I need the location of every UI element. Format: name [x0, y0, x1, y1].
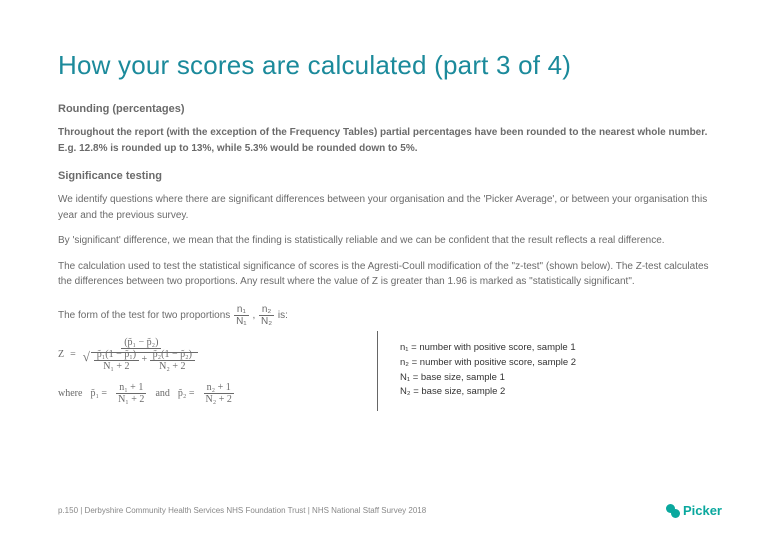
ratio-1: n₁ N₁ [233, 304, 250, 327]
p2-def: n₂ + 1 N₂ + 2 [203, 382, 235, 405]
den2b: N₂ + 2 [156, 361, 188, 372]
den2a: p̃₂(1 − p̃₂) [150, 349, 195, 361]
p1-sym: p̃₁ = [90, 388, 107, 399]
z-var: Z [58, 349, 64, 360]
and-label: and [155, 388, 169, 399]
para-sig-2: By 'significant' difference, we mean tha… [58, 233, 722, 249]
legend-n1: n₁ = number with positive score, sample … [400, 341, 576, 356]
ratio-2-den: N₂ [258, 316, 275, 327]
z-denominator: p̃₁(1 − p̃₁) N₁ + 2 + p̃₂(1 − p̃₂) N₂ + … [82, 349, 201, 372]
p2-def-num: n₂ + 1 [204, 382, 234, 394]
den1b: N₁ + 2 [100, 361, 132, 372]
p2-def-den: N₂ + 2 [203, 394, 235, 405]
para-rounding-body: Throughout the report (with the exceptio… [58, 125, 722, 156]
den-frac-2: p̃₂(1 − p̃₂) N₂ + 2 [150, 349, 195, 372]
ratio-2-num: n₂ [259, 304, 274, 316]
sqrt-expr: p̃₁(1 − p̃₁) N₁ + 2 + p̃₂(1 − p̃₂) N₂ + … [91, 352, 198, 365]
p2-sym: p̃₂ = [178, 388, 195, 399]
where-label: where [58, 388, 82, 399]
picker-logo-icon [666, 504, 680, 518]
formula-left: Z = (p̃₁ − p̃₂) p̃₁(1 − p̃₁) N₁ + 2 + [58, 337, 378, 405]
subhead-rounding: Rounding (percentages) [58, 103, 722, 115]
formula-intro-a: The form of the test for two proportions [58, 310, 233, 321]
picker-logo-text: Picker [683, 503, 722, 518]
slide-body: How your scores are calculated (part 3 o… [0, 0, 780, 405]
page-title: How your scores are calculated (part 3 o… [58, 50, 722, 81]
p1-def-num: n₁ + 1 [116, 382, 146, 394]
legend-N1: N₁ = base size, sample 1 [400, 371, 576, 386]
equals-sign: = [70, 349, 76, 360]
p1-def-den: N₁ + 2 [115, 394, 147, 405]
legend-n2: n₂ = number with positive score, sample … [400, 356, 576, 371]
formula-intro: The form of the test for two proportions… [58, 304, 722, 327]
legend-N2: N₂ = base size, sample 2 [400, 385, 576, 400]
footnote: p.150 | Derbyshire Community Health Serv… [58, 506, 426, 515]
formula-intro-c: is: [278, 310, 288, 321]
ratio-1-den: N₁ [233, 316, 250, 327]
formula-row: Z = (p̃₁ − p̃₂) p̃₁(1 − p̃₁) N₁ + 2 + [58, 337, 722, 405]
z-numerator: (p̃₁ − p̃₂) [121, 337, 161, 349]
footer: p.150 | Derbyshire Community Health Serv… [58, 503, 722, 518]
where-line: where p̃₁ = n₁ + 1 N₁ + 2 and p̃₂ = n₂ +… [58, 382, 364, 405]
den1a: p̃₁(1 − p̃₁) [94, 349, 139, 361]
den-frac-1: p̃₁(1 − p̃₁) N₁ + 2 [94, 349, 139, 372]
para-sig-1: We identify questions where there are si… [58, 192, 722, 223]
ratio-2: n₂ N₂ [258, 304, 275, 327]
ratio-1-num: n₁ [234, 304, 249, 316]
z-frac: (p̃₁ − p̃₂) p̃₁(1 − p̃₁) N₁ + 2 + p̃₂(1 … [82, 337, 201, 372]
para-sig-3: The calculation used to test the statist… [58, 259, 722, 290]
plus-sign: + [142, 354, 150, 365]
picker-logo: Picker [666, 503, 722, 518]
subhead-significance: Significance testing [58, 170, 722, 182]
z-formula: Z = (p̃₁ − p̃₂) p̃₁(1 − p̃₁) N₁ + 2 + [58, 337, 364, 405]
formula-legend: n₁ = number with positive score, sample … [378, 341, 576, 400]
p1-def: n₁ + 1 N₁ + 2 [115, 382, 147, 405]
